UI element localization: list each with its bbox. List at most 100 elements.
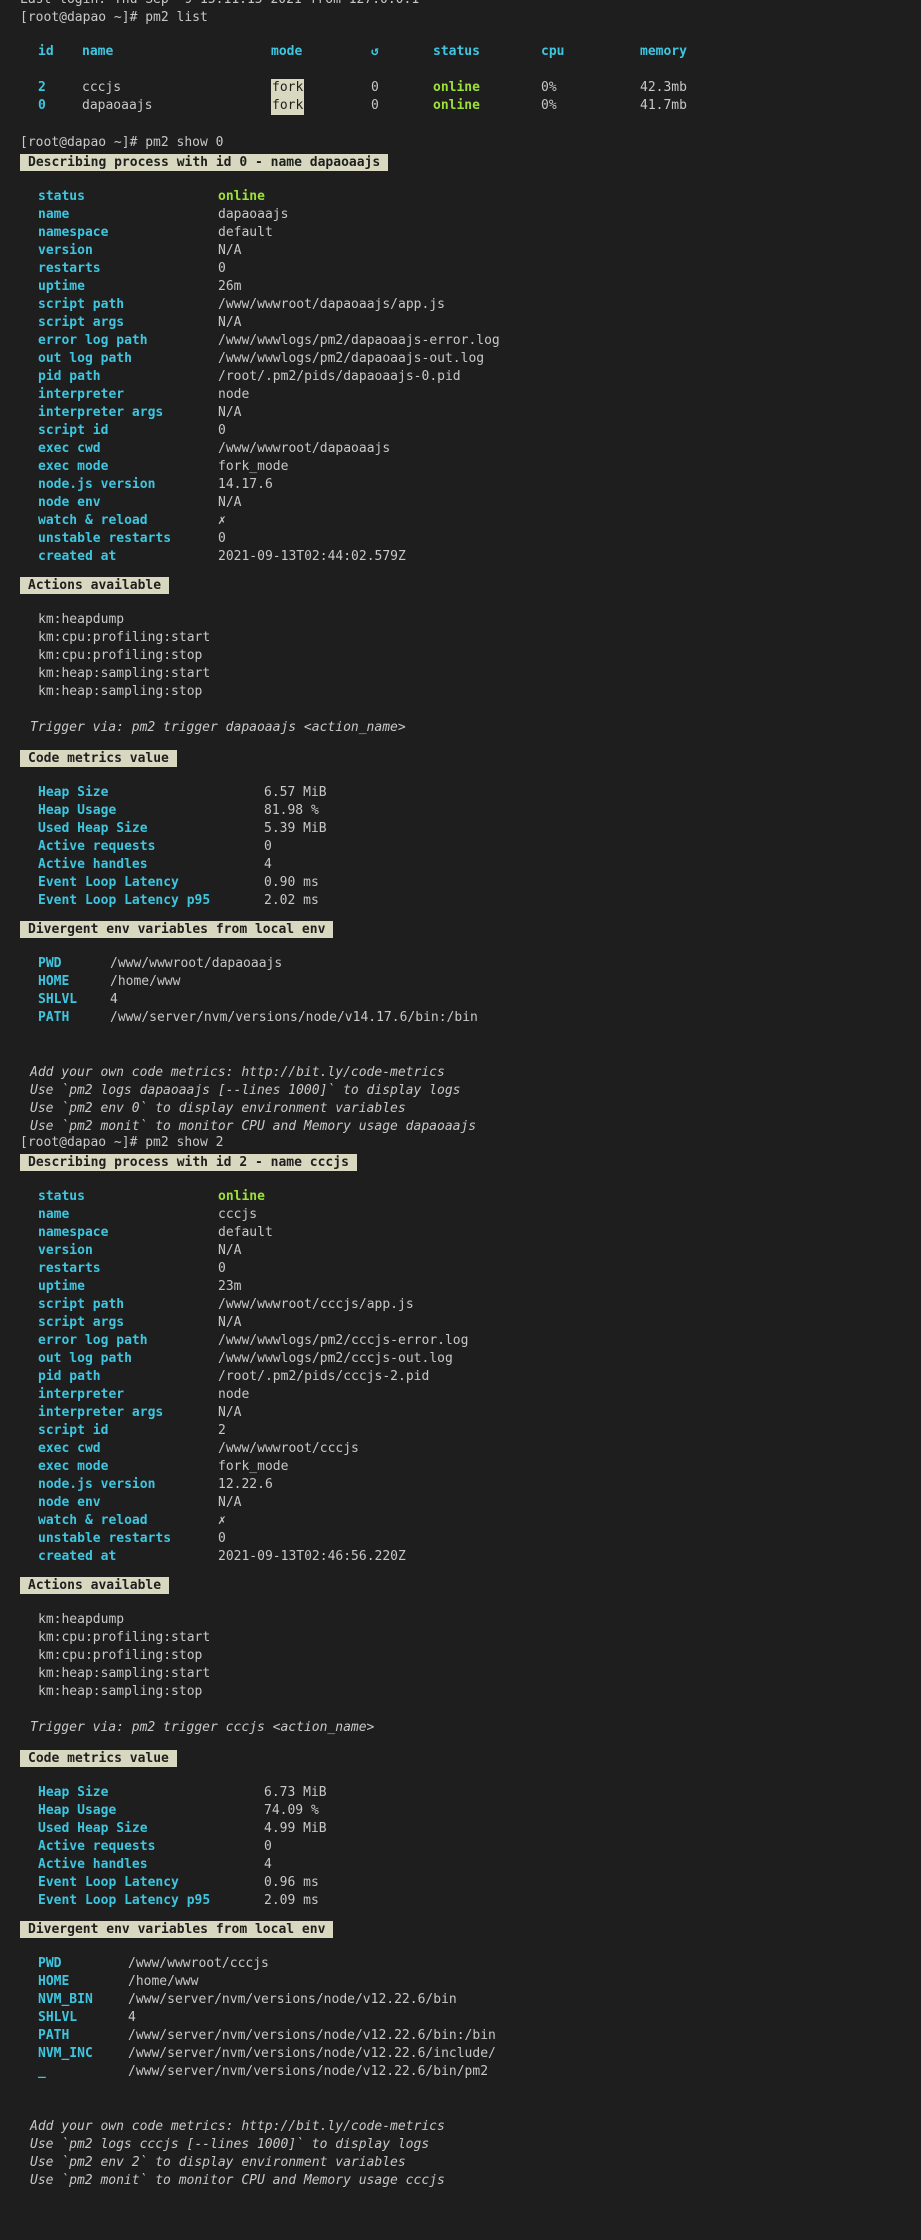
- detail-value: 2021-09-13T02:44:02.579Z: [218, 549, 406, 564]
- detail-label: node env: [38, 1495, 101, 1510]
- metric-value: 6.73 MiB: [264, 1785, 327, 1800]
- detail-label: script id: [38, 423, 109, 438]
- detail-label: out log path: [38, 1351, 132, 1366]
- table-cell-restarts: 0: [371, 98, 379, 113]
- action-item: km:heapdump: [38, 1612, 125, 1627]
- metric-label: Heap Usage: [38, 803, 117, 818]
- detail-label: interpreter: [38, 387, 125, 402]
- env-key: PATH: [38, 2028, 70, 2043]
- env-value: 4: [128, 2010, 136, 2025]
- detail-value: cccjs: [218, 1207, 258, 1222]
- detail-label: node.js version: [38, 477, 156, 492]
- env-value: /www/server/nvm/versions/node/v12.22.6/b…: [128, 1992, 457, 2007]
- detail-value: default: [218, 1225, 273, 1240]
- detail-label: watch & reload: [38, 1513, 148, 1528]
- section-banner: Describing process with id 2 - name cccj…: [20, 1154, 357, 1171]
- table-cell-id: 2: [38, 80, 46, 95]
- detail-value: 23m: [218, 1279, 242, 1294]
- metric-label: Active requests: [38, 839, 156, 854]
- detail-value: 2: [218, 1423, 226, 1438]
- detail-value: node: [218, 1387, 250, 1402]
- metric-label: Heap Usage: [38, 1803, 117, 1818]
- usage-hint: Use `pm2 logs dapaoaajs [--lines 1000]` …: [30, 1083, 461, 1098]
- action-item: km:cpu:profiling:stop: [38, 1648, 203, 1663]
- env-key: PWD: [38, 956, 62, 971]
- detail-value: /www/wwwlogs/pm2/dapaoaajs-out.log: [218, 351, 485, 366]
- detail-value: online: [218, 189, 265, 204]
- metric-value: 4: [264, 1857, 272, 1872]
- detail-label: version: [38, 1243, 93, 1258]
- table-header-memory: memory: [640, 44, 687, 59]
- detail-label: unstable restarts: [38, 1531, 172, 1546]
- usage-hint: Use `pm2 logs cccjs [--lines 1000]` to d…: [30, 2137, 430, 2152]
- actions-banner: Actions available: [20, 1577, 170, 1594]
- detail-value: ✗: [218, 513, 226, 528]
- detail-label: script args: [38, 315, 125, 330]
- detail-value: /www/wwwroot/cccjs/app.js: [218, 1297, 414, 1312]
- table-cell-status: online: [433, 98, 480, 113]
- last-login-line: Last login: Thu Sep 9 15:11:15 2021 from…: [20, 0, 419, 9]
- detail-value: N/A: [218, 405, 242, 420]
- detail-value: 0: [218, 531, 226, 546]
- action-item: km:heap:sampling:stop: [38, 1684, 203, 1699]
- metric-value: 0.90 ms: [264, 875, 319, 890]
- detail-label: interpreter: [38, 1387, 125, 1402]
- action-item: km:cpu:profiling:start: [38, 630, 211, 645]
- detail-value: /www/wwwroot/dapaoaajs/app.js: [218, 297, 445, 312]
- detail-value: 0: [218, 423, 226, 438]
- env-key: NVM_BIN: [38, 1992, 93, 2007]
- table-cell-cpu: 0%: [541, 98, 557, 113]
- env-value: /www/wwwroot/dapaoaajs: [110, 956, 283, 971]
- metric-label: Used Heap Size: [38, 1821, 148, 1836]
- env-value: /www/server/nvm/versions/node/v12.22.6/b…: [128, 2064, 489, 2079]
- env-value: /www/server/nvm/versions/node/v12.22.6/b…: [128, 2028, 496, 2043]
- env-value: /www/wwwroot/cccjs: [128, 1956, 269, 1971]
- detail-value: 0: [218, 261, 226, 276]
- detail-label: pid path: [38, 369, 101, 384]
- detail-value: fork_mode: [218, 459, 289, 474]
- detail-label: exec cwd: [38, 441, 101, 456]
- metric-label: Used Heap Size: [38, 821, 148, 836]
- metric-label: Active requests: [38, 1839, 156, 1854]
- metric-label: Heap Size: [38, 1785, 109, 1800]
- metric-value: 4: [264, 857, 272, 872]
- env-value: /home/www: [128, 1974, 199, 1989]
- detail-value: /www/wwwlogs/pm2/cccjs-error.log: [218, 1333, 469, 1348]
- detail-label: name: [38, 207, 70, 222]
- metric-value: 2.09 ms: [264, 1893, 319, 1908]
- env-value: /www/server/nvm/versions/node/v12.22.6/i…: [128, 2046, 496, 2061]
- detail-value: 12.22.6: [218, 1477, 273, 1492]
- detail-label: unstable restarts: [38, 531, 172, 546]
- detail-value: N/A: [218, 1243, 242, 1258]
- detail-value: 0: [218, 1531, 226, 1546]
- detail-value: fork_mode: [218, 1459, 289, 1474]
- usage-hint: Add your own code metrics: http://bit.ly…: [30, 2119, 445, 2134]
- detail-label: exec mode: [38, 1459, 109, 1474]
- usage-hint: Use `pm2 monit` to monitor CPU and Memor…: [30, 1119, 477, 1134]
- action-item: km:heap:sampling:stop: [38, 684, 203, 699]
- detail-value: N/A: [218, 315, 242, 330]
- detail-value: /www/wwwlogs/pm2/dapaoaajs-error.log: [218, 333, 500, 348]
- metric-label: Active handles: [38, 1857, 148, 1872]
- usage-hint: Use `pm2 env 0` to display environment v…: [30, 1101, 406, 1116]
- metric-label: Event Loop Latency: [38, 1875, 179, 1890]
- detail-label: status: [38, 1189, 85, 1204]
- detail-label: watch & reload: [38, 513, 148, 528]
- detail-label: node env: [38, 495, 101, 510]
- detail-value: /root/.pm2/pids/cccjs-2.pid: [218, 1369, 430, 1384]
- detail-label: interpreter args: [38, 405, 164, 420]
- detail-label: created at: [38, 1549, 117, 1564]
- table-header-cpu: cpu: [541, 44, 565, 59]
- detail-value: node: [218, 387, 250, 402]
- detail-label: uptime: [38, 1279, 85, 1294]
- table-cell-name: cccjs: [82, 80, 122, 95]
- detail-value: N/A: [218, 243, 242, 258]
- detail-label: status: [38, 189, 85, 204]
- metric-value: 6.57 MiB: [264, 785, 327, 800]
- action-item: km:heap:sampling:start: [38, 666, 211, 681]
- detail-label: restarts: [38, 261, 101, 276]
- env-key: _: [38, 2064, 46, 2079]
- section-banner: Describing process with id 0 - name dapa…: [20, 154, 389, 171]
- env-banner: Divergent env variables from local env: [20, 921, 334, 938]
- detail-value: /root/.pm2/pids/dapaoaajs-0.pid: [218, 369, 461, 384]
